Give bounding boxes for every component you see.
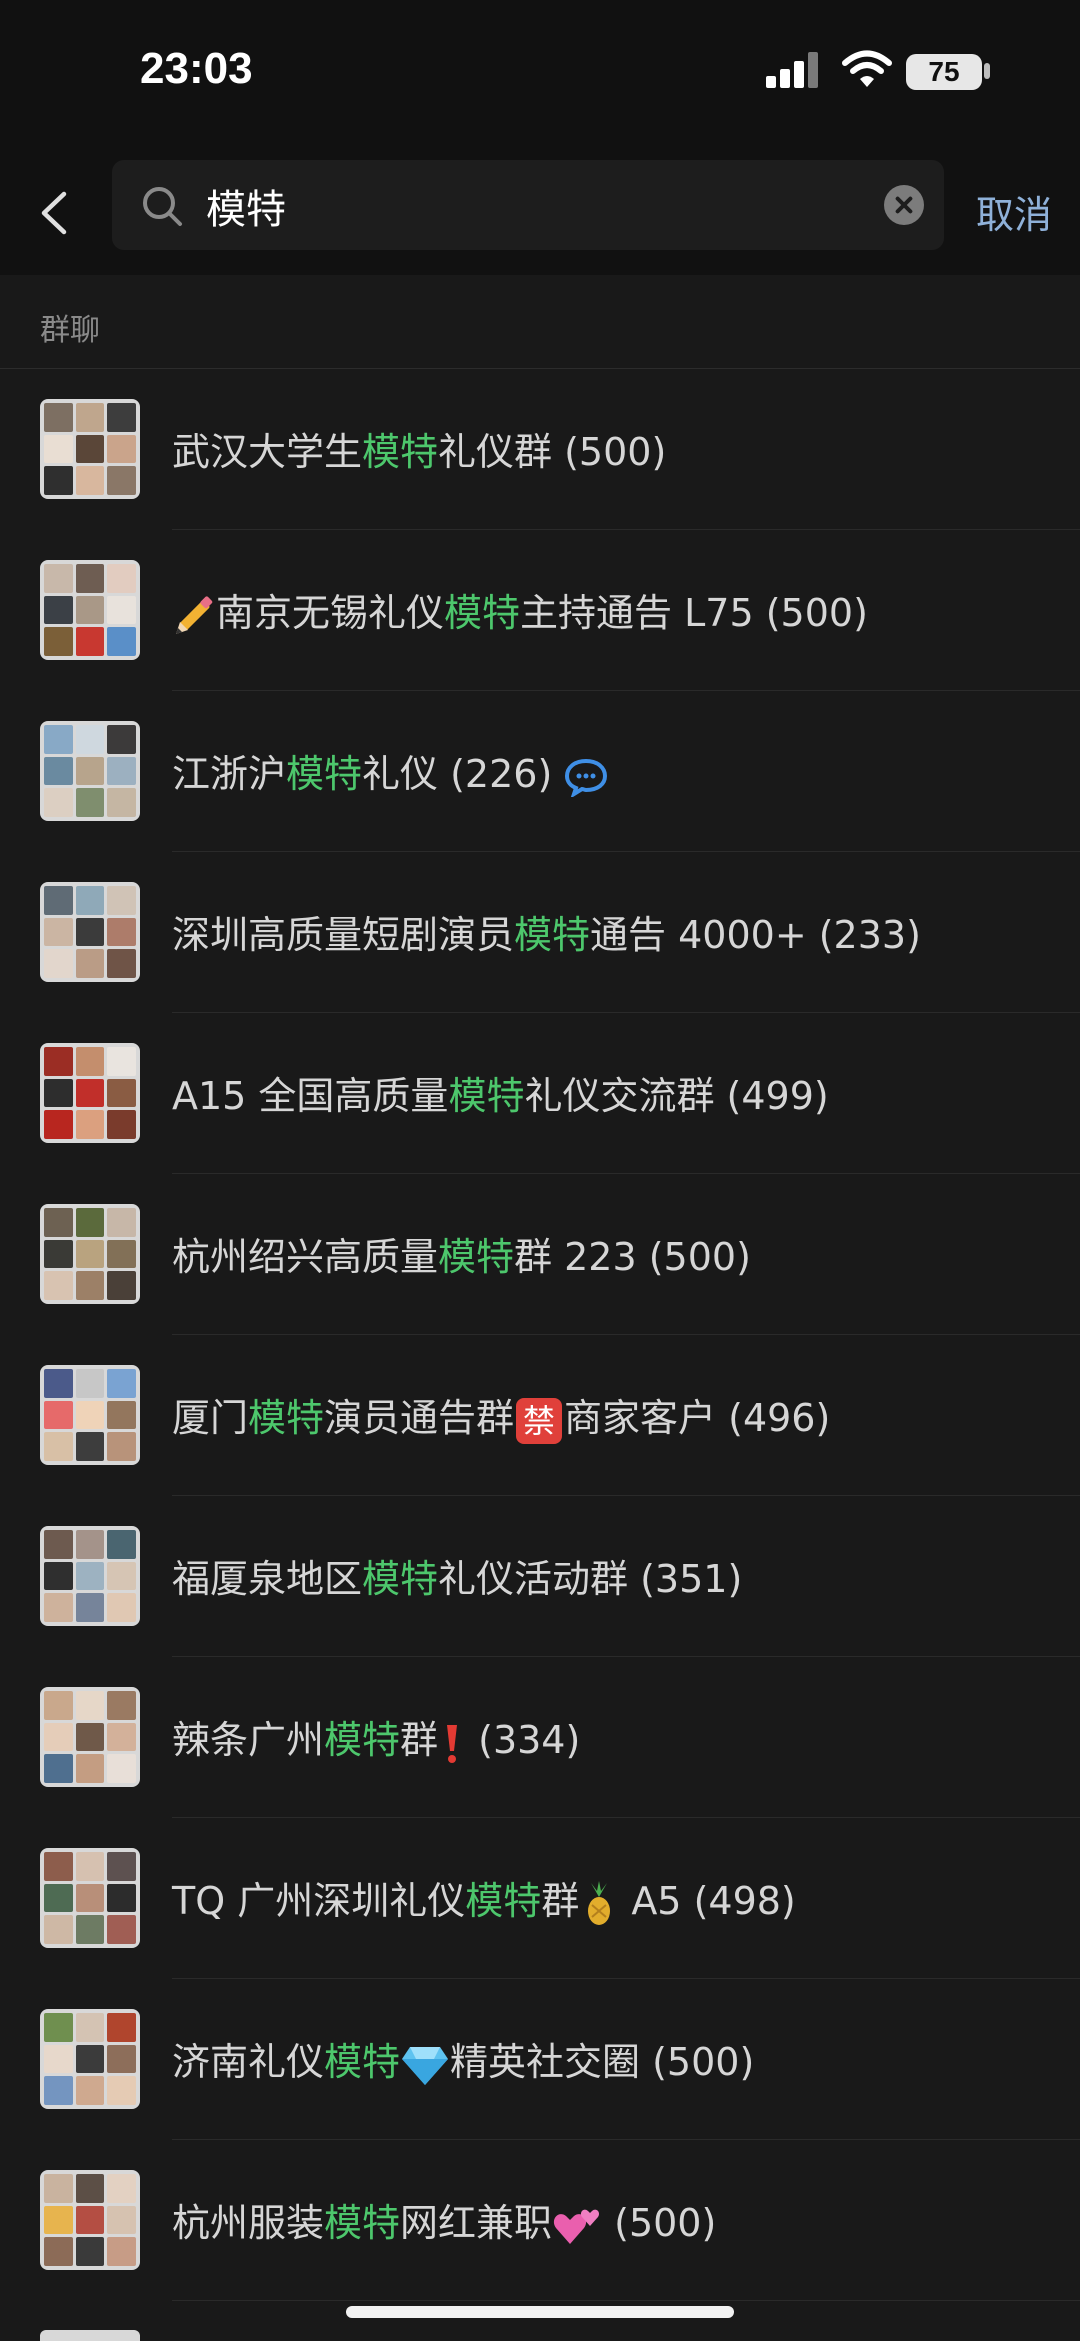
status-time: 23:03 [140,44,253,93]
group-name: 辣条广州模特群 (334) [172,1709,580,1765]
pineapple-icon [588,1880,611,1925]
group-avatar [40,1687,140,1787]
search-box[interactable] [112,160,944,250]
list-item[interactable]: TQ 广州深圳礼仪模特群 A5 (498) [0,1818,1080,1979]
group-avatar [40,399,140,499]
group-name: 济南礼仪模特 精英社交圈 (500) [172,2031,754,2087]
list-item[interactable]: 深圳高质量短剧演员模特通告 4000+ (233) [0,852,1080,1013]
home-indicator [346,2306,734,2318]
list-item[interactable]: A15 全国高质量模特礼仪交流群 (499) [0,1013,1080,1174]
clear-search-icon[interactable] [884,185,924,225]
group-avatar [40,1848,140,1948]
group-avatar [40,882,140,982]
search-header: 取消 [0,150,1080,275]
cellular-signal-icon [766,52,818,88]
gem-icon [402,2046,449,2085]
group-name: 深圳高质量短剧演员模特通告 4000+ (233) [172,913,921,957]
group-name: 江浙沪模特礼仪 (226) [172,743,608,798]
group-avatar [40,2009,140,2109]
list-item[interactable]: 厦门模特演员通告群禁商家客户 (496) [0,1335,1080,1496]
group-name: 福厦泉地区模特礼仪活动群 (351) [172,1557,743,1601]
group-avatar [40,721,140,821]
list-item[interactable]: 江浙沪模特礼仪 (226) [0,691,1080,852]
group-avatar [40,1365,140,1465]
battery-indicator: 75 [906,54,982,90]
prohibited-badge-icon: 禁 [516,1397,563,1444]
group-name: 杭州绍兴高质量模特群 223 (500) [172,1235,751,1279]
group-name: A15 全国高质量模特礼仪交流群 (499) [172,1074,829,1118]
list-item[interactable]: 南京无锡礼仪模特主持通告 L75 (500) [0,530,1080,691]
group-avatar [40,1204,140,1304]
results-list: 武汉大学生模特礼仪群 (500) 南京无锡礼仪模特主持通告 L75 (500) … [0,369,1080,2301]
status-bar: 23:03 75 [0,0,1080,150]
section-title-group-chats: 群聊 [40,313,100,348]
wifi-icon [842,50,892,87]
group-name: TQ 广州深圳礼仪模特群 A5 (498) [172,1870,796,1927]
next-group-avatar [40,2330,140,2341]
list-item[interactable]: 杭州绍兴高质量模特群 223 (500) [0,1174,1080,1335]
search-input[interactable] [204,173,828,239]
chat-bubble-icon [565,758,608,797]
group-name: 厦门模特演员通告群禁商家客户 (496) [172,1387,830,1444]
group-name: 武汉大学生模特礼仪群 (500) [172,430,667,474]
pencil-icon [176,595,213,634]
cancel-button[interactable]: 取消 [976,184,1052,239]
exclamation-icon [447,1724,458,1763]
back-arrow-icon[interactable] [30,186,84,240]
group-avatar [40,560,140,660]
list-item[interactable]: 辣条广州模特群 (334) [0,1657,1080,1818]
group-name: 南京无锡礼仪模特主持通告 L75 (500) [172,582,868,638]
hearts-icon [553,2209,600,2244]
group-name: 杭州服装模特网红兼职 (500) [172,2192,716,2248]
list-item[interactable]: 福厦泉地区模特礼仪活动群 (351) [0,1496,1080,1657]
list-item[interactable]: 武汉大学生模特礼仪群 (500) [0,369,1080,530]
list-item[interactable]: 杭州服装模特网红兼职 (500) [0,2140,1080,2301]
group-avatar [40,1526,140,1626]
group-avatar [40,2170,140,2270]
group-avatar [40,1043,140,1143]
search-icon [143,187,182,226]
battery-tip [984,63,990,79]
list-item[interactable]: 济南礼仪模特 精英社交圈 (500) [0,1979,1080,2140]
